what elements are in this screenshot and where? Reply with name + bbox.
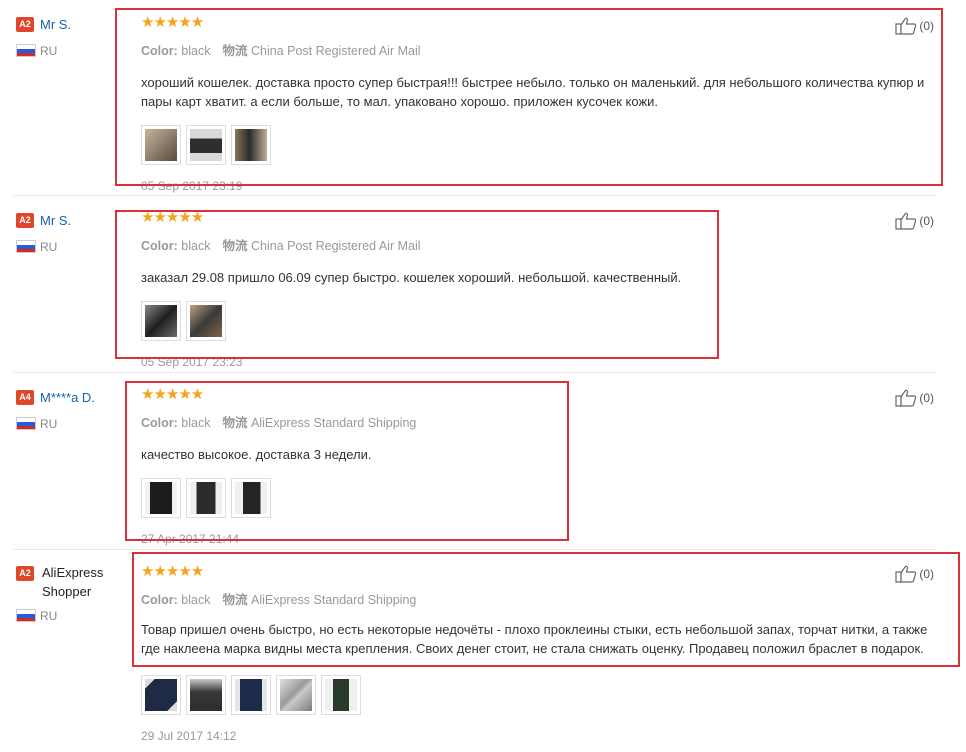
color-value: black bbox=[181, 416, 211, 430]
russia-flag-icon bbox=[16, 609, 36, 623]
review-4: A2 AliExpress Shopper RU ★★★★★ Color: bla… bbox=[0, 550, 940, 752]
buyer-level-badge: A4 bbox=[16, 390, 34, 406]
review-1: A2 Mr S. RU ★★★★★ Color: black 物流 China Po… bbox=[0, 0, 940, 195]
review-photo-thumbnail[interactable] bbox=[141, 478, 181, 518]
review-photo-thumbnail[interactable] bbox=[186, 675, 226, 715]
color-label: Color: bbox=[141, 239, 178, 253]
like-count: (0) bbox=[919, 19, 934, 33]
shipping-method: China Post Registered Air Mail bbox=[250, 44, 421, 58]
star-rating: ★★★★★ bbox=[141, 14, 204, 31]
review-photo-thumbnail[interactable] bbox=[141, 301, 181, 341]
review-text: хороший кошелек. доставка просто супер б… bbox=[141, 75, 925, 109]
review-3: A4 M****a D. RU ★★★★★ Color: black 物流 AliE… bbox=[0, 373, 940, 549]
review-text: Товар пришел очень быстро, но есть некот… bbox=[141, 622, 928, 656]
reviewer-country: RU bbox=[40, 43, 58, 58]
buyer-level-badge: A2 bbox=[16, 213, 34, 229]
review-photo-thumbnail[interactable] bbox=[231, 675, 271, 715]
review-photo-thumbnail[interactable] bbox=[141, 125, 181, 165]
review-photo-thumbnail[interactable] bbox=[141, 675, 181, 715]
review-text: заказал 29.08 пришло 06.09 супер быстро.… bbox=[141, 270, 682, 285]
color-label: Color: bbox=[141, 44, 178, 58]
like-button[interactable]: (0) bbox=[890, 212, 934, 230]
review-date: 29 Jul 2017 14:12 bbox=[141, 729, 237, 743]
like-button[interactable]: (0) bbox=[890, 389, 934, 407]
review-photo-thumbnail[interactable] bbox=[186, 478, 226, 518]
buyer-level-badge: A2 bbox=[16, 17, 34, 33]
reviewer-country: RU bbox=[40, 416, 58, 431]
reviewer-name[interactable]: Mr S. bbox=[40, 17, 71, 32]
star-rating: ★★★★★ bbox=[141, 209, 204, 226]
color-label: Color: bbox=[141, 593, 178, 607]
shipping-method: China Post Registered Air Mail bbox=[250, 239, 421, 253]
review-meta: Color: black 物流 China Post Registered Air… bbox=[141, 40, 931, 59]
review-photo-thumbnail[interactable] bbox=[231, 125, 271, 165]
russia-flag-icon bbox=[16, 417, 36, 431]
shipping-method: AliExpress Standard Shipping bbox=[250, 416, 417, 430]
reviewer-country: RU bbox=[40, 239, 58, 254]
review-meta: Color: black 物流 AliExpress Standard Shipp… bbox=[141, 412, 931, 431]
reviewer-info: A2 AliExpress Shopper RU bbox=[16, 565, 126, 625]
review-date: 05 Sep 2017 23:23 bbox=[141, 355, 243, 369]
review-date: 27 Apr 2017 21:44 bbox=[141, 532, 240, 546]
reviewer-info: A4 M****a D. RU bbox=[16, 389, 126, 433]
review-text: качество высокое. доставка 3 недели. bbox=[141, 447, 372, 462]
color-value: black bbox=[181, 44, 211, 58]
review-date: 05 Sep 2017 23:19 bbox=[141, 179, 243, 193]
review-photos bbox=[141, 675, 931, 717]
reviewer-name[interactable]: M****a D. bbox=[40, 390, 95, 405]
thumbs-up-icon bbox=[895, 212, 917, 230]
shipping-label: 物流 bbox=[222, 239, 248, 253]
review-photos bbox=[141, 301, 931, 343]
like-count: (0) bbox=[919, 567, 934, 581]
russia-flag-icon bbox=[16, 240, 36, 254]
thumbs-up-icon bbox=[895, 389, 917, 407]
review-photo-thumbnail[interactable] bbox=[231, 478, 271, 518]
like-button[interactable]: (0) bbox=[890, 17, 934, 35]
like-count: (0) bbox=[919, 391, 934, 405]
reviewer-name: AliExpress Shopper bbox=[42, 565, 104, 599]
color-value: black bbox=[181, 239, 211, 253]
review-2: A2 Mr S. RU ★★★★★ Color: black 物流 China Po… bbox=[0, 196, 940, 372]
color-value: black bbox=[181, 593, 211, 607]
russia-flag-icon bbox=[16, 44, 36, 58]
like-count: (0) bbox=[919, 214, 934, 228]
review-photo-thumbnail[interactable] bbox=[276, 675, 316, 715]
like-button[interactable]: (0) bbox=[890, 565, 934, 583]
review-photo-thumbnail[interactable] bbox=[186, 301, 226, 341]
shipping-label: 物流 bbox=[222, 416, 248, 430]
shipping-label: 物流 bbox=[222, 44, 248, 58]
reviewer-info: A2 Mr S. RU bbox=[16, 16, 126, 60]
star-rating: ★★★★★ bbox=[141, 386, 204, 403]
review-photos bbox=[141, 125, 931, 167]
review-photo-thumbnail[interactable] bbox=[186, 125, 226, 165]
color-label: Color: bbox=[141, 416, 178, 430]
review-photos bbox=[141, 478, 931, 520]
thumbs-up-icon bbox=[895, 17, 917, 35]
review-meta: Color: black 物流 China Post Registered Air… bbox=[141, 235, 931, 254]
thumbs-up-icon bbox=[895, 565, 917, 583]
review-photo-thumbnail[interactable] bbox=[321, 675, 361, 715]
review-meta: Color: black 物流 AliExpress Standard Shipp… bbox=[141, 589, 931, 608]
reviewer-info: A2 Mr S. RU bbox=[16, 212, 126, 256]
star-rating: ★★★★★ bbox=[141, 563, 204, 580]
buyer-level-badge: A2 bbox=[16, 566, 34, 582]
reviewer-name[interactable]: Mr S. bbox=[40, 213, 71, 228]
shipping-label: 物流 bbox=[222, 593, 248, 607]
reviewer-country: RU bbox=[40, 608, 58, 623]
shipping-method: AliExpress Standard Shipping bbox=[250, 593, 417, 607]
